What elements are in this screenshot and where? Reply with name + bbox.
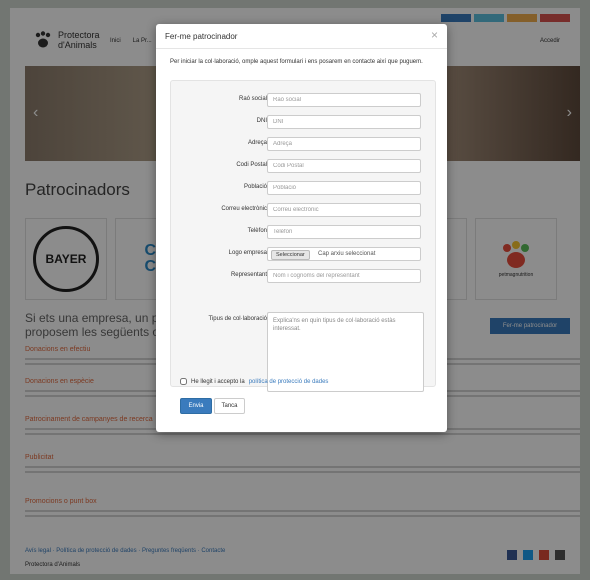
- consent-checkbox[interactable]: [180, 378, 187, 385]
- telefon-input[interactable]: [267, 225, 421, 239]
- email-label: Correu electrònic: [221, 206, 267, 212]
- file-select-button[interactable]: Seleccionar: [271, 250, 310, 260]
- dni-label: DNI: [256, 118, 267, 124]
- logo-empresa-label: Logo empresa: [228, 250, 267, 256]
- field-row-rao-social: Raó social: [171, 93, 435, 109]
- rao-social-input[interactable]: [267, 93, 421, 107]
- poblacio-label: Població: [243, 184, 267, 190]
- field-row-codi-postal: Codi Postal: [171, 159, 435, 175]
- sponsor-modal: Fer-me patrocinador × Per iniciar la col…: [156, 24, 447, 432]
- field-row-representant: Representant: [171, 269, 435, 285]
- codi-postal-label: Codi Postal: [236, 162, 267, 168]
- field-row-dni: DNI: [171, 115, 435, 131]
- telefon-label: Telèfon: [247, 228, 267, 234]
- privacy-policy-link[interactable]: política de protecció de dades: [249, 379, 329, 385]
- collab-type-label: Tipus de col·laboració: [208, 316, 267, 322]
- field-row-logo: Logo empresa Seleccionar Cap arxiu selec…: [171, 247, 435, 263]
- dni-input[interactable]: [267, 115, 421, 129]
- consent-row: He llegit i accepto la política de prote…: [180, 378, 328, 385]
- field-row-telefon: Telèfon: [171, 225, 435, 241]
- rao-social-label: Raó social: [238, 96, 267, 102]
- send-button[interactable]: Envia: [180, 398, 212, 414]
- modal-title: Fer-me patrocinador: [165, 32, 238, 41]
- modal-intro-text: Per iniciar la col·laboració, omple aque…: [170, 59, 423, 65]
- representant-label: Representant: [230, 272, 267, 278]
- email-input[interactable]: [267, 203, 421, 217]
- sponsor-form: Raó social DNI Adreça Codi Postal Poblac…: [170, 80, 436, 392]
- representant-input[interactable]: [267, 269, 421, 283]
- logo-file-input[interactable]: Seleccionar Cap arxiu seleccionat: [267, 247, 421, 261]
- adreca-input[interactable]: [267, 137, 421, 151]
- field-row-adreca: Adreça: [171, 137, 435, 153]
- consent-text: He llegit i accepto la: [191, 378, 245, 385]
- file-status-text: Cap arxiu seleccionat: [318, 251, 376, 257]
- poblacio-input[interactable]: [267, 181, 421, 195]
- codi-postal-input[interactable]: [267, 159, 421, 173]
- close-button[interactable]: Tanca: [214, 398, 245, 414]
- adreca-label: Adreça: [247, 140, 267, 146]
- field-row-email: Correu electrònic: [171, 203, 435, 219]
- modal-header: Fer-me patrocinador ×: [156, 24, 447, 49]
- field-row-poblacio: Població: [171, 181, 435, 197]
- close-icon[interactable]: ×: [431, 28, 438, 42]
